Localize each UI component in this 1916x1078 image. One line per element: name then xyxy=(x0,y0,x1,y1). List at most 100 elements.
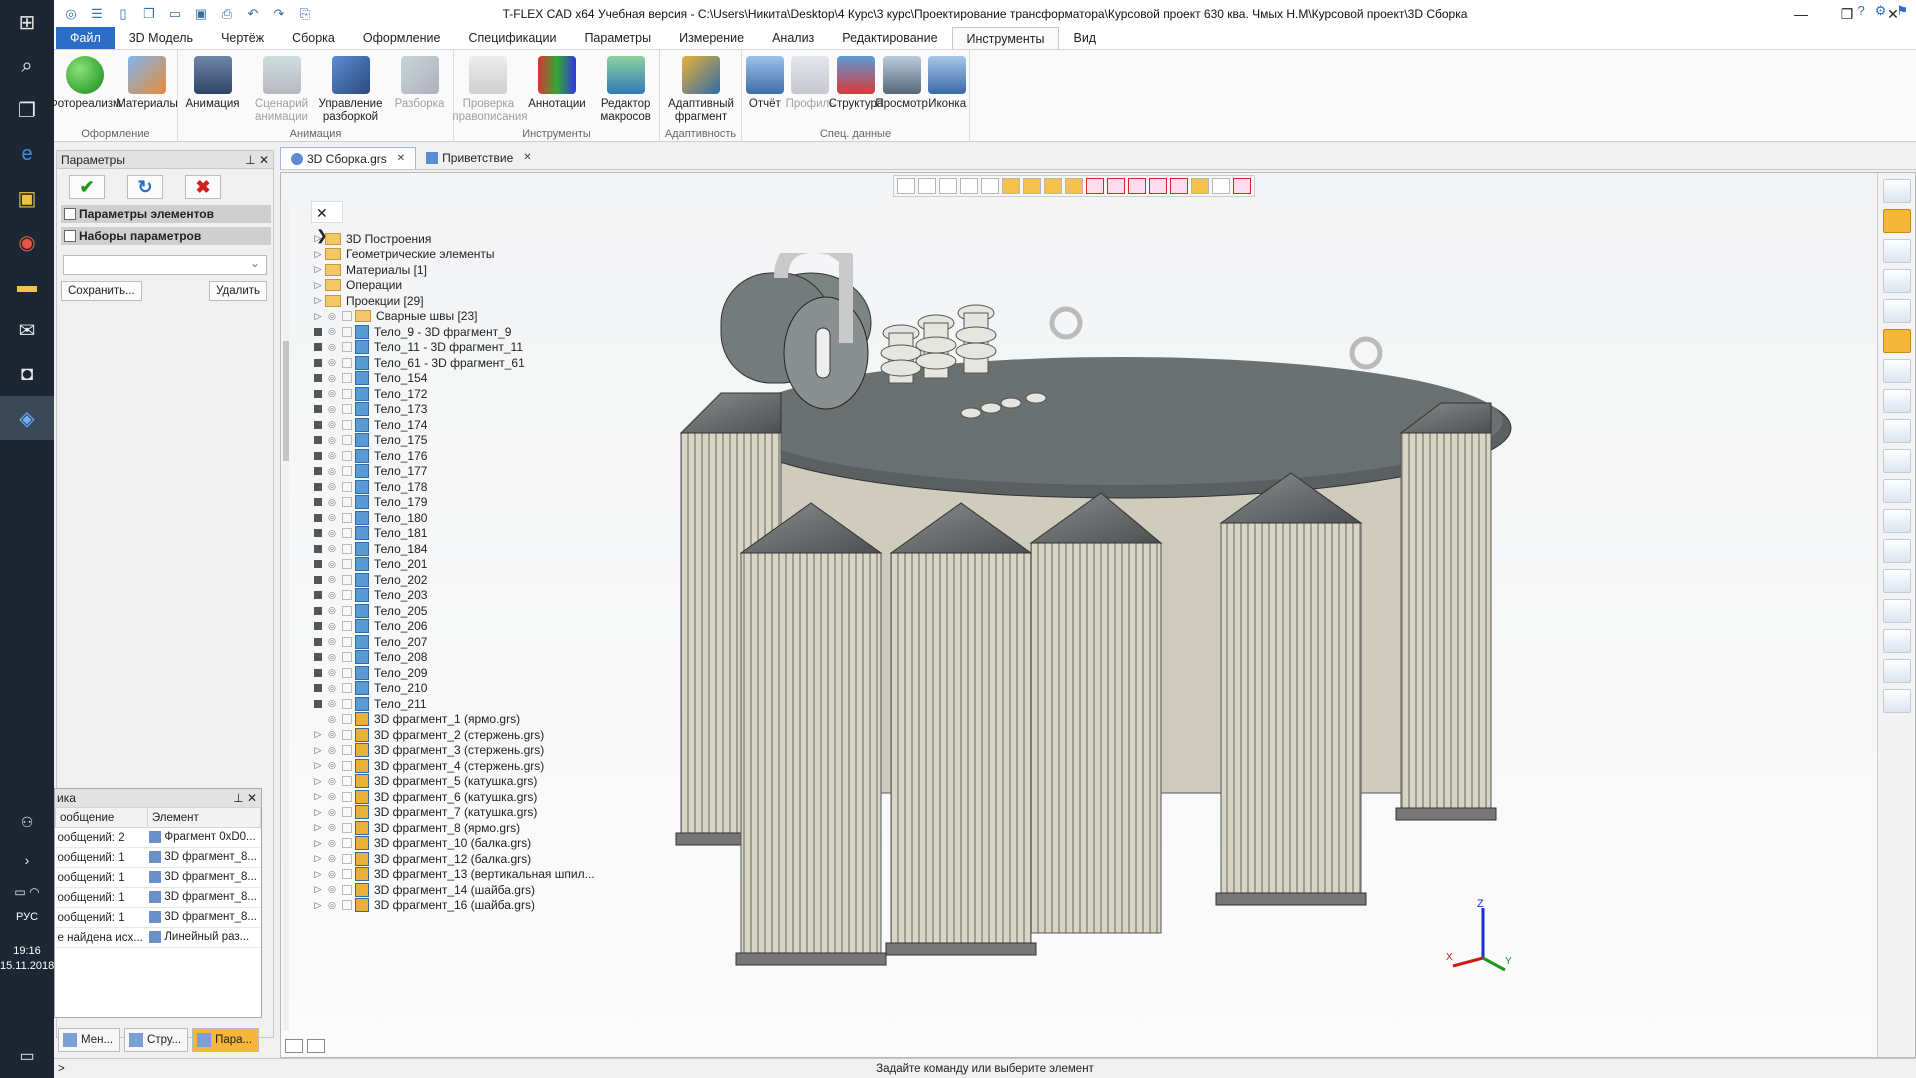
checkbox[interactable] xyxy=(342,652,352,662)
visibility-icon[interactable]: ◎ xyxy=(325,683,339,694)
checkbox[interactable] xyxy=(342,621,352,631)
checkbox[interactable] xyxy=(342,528,352,538)
magnet-snap-icon[interactable] xyxy=(1882,209,1911,233)
visibility-icon[interactable]: ◎ xyxy=(325,574,339,585)
visibility-icon[interactable]: ◎ xyxy=(325,512,339,523)
edit-view-icon[interactable] xyxy=(1882,659,1911,683)
visibility-icon[interactable]: ◎ xyxy=(325,435,339,446)
open-folder-icon[interactable]: ▭ xyxy=(164,4,186,24)
menu-tab-9[interactable]: Редактирование xyxy=(828,27,951,49)
ribbon-button-1-3[interactable]: Разборка xyxy=(384,54,456,124)
section-parameter-sets[interactable]: Наборы параметров xyxy=(61,227,271,245)
checkbox[interactable] xyxy=(342,481,352,492)
checkbox[interactable] xyxy=(342,605,352,616)
expand-arrow-icon[interactable]: ▷ xyxy=(311,264,325,275)
visibility-icon[interactable]: ◎ xyxy=(325,776,339,787)
checkbox[interactable] xyxy=(342,311,352,321)
menu-tab-2[interactable]: Чертёж xyxy=(207,27,278,49)
visibility-icon[interactable]: ◎ xyxy=(325,884,339,895)
visibility-icon[interactable]: ◎ xyxy=(325,388,339,399)
ribbon-button-1-2[interactable]: Управление разборкой xyxy=(315,54,387,124)
checkbox[interactable] xyxy=(342,512,352,523)
notification-icon[interactable]: ▭ xyxy=(0,1034,54,1078)
checkbox[interactable] xyxy=(342,745,352,755)
expand-arrow-icon[interactable]: ▷ xyxy=(311,853,325,864)
deselect-icon[interactable] xyxy=(981,178,999,194)
expand-arrow-icon[interactable]: ▷ xyxy=(311,745,325,756)
visibility-icon[interactable]: ◎ xyxy=(325,807,339,818)
document-tab-1[interactable]: Приветствие ✕ xyxy=(416,147,542,169)
layout-icon[interactable] xyxy=(285,1039,303,1053)
filter-icon[interactable] xyxy=(918,178,936,194)
expand-arrow-icon[interactable]: ▷ xyxy=(311,233,325,244)
checkbox[interactable] xyxy=(342,497,352,507)
expand-arrow-icon[interactable]: ▷ xyxy=(311,295,325,306)
glasses-icon[interactable] xyxy=(1882,359,1911,383)
visibility-icon[interactable]: ◎ xyxy=(325,528,339,539)
ribbon-button-4-4[interactable]: Иконка xyxy=(911,54,983,124)
expand-arrow-icon[interactable]: ▷ xyxy=(311,760,325,771)
checkbox[interactable] xyxy=(342,714,352,724)
expand-arrow-icon[interactable]: ▷ xyxy=(311,729,325,740)
save-set-button[interactable]: Сохранить... xyxy=(61,281,142,301)
snap-icon[interactable] xyxy=(1128,178,1146,194)
visibility-icon[interactable]: ◎ xyxy=(325,853,339,864)
diagnostics-row[interactable]: ообщений: 1 3D фрагмент_8... xyxy=(55,887,261,908)
tflex-app-icon[interactable]: ◈ xyxy=(0,396,54,440)
checkbox[interactable] xyxy=(342,667,352,678)
3d-viewport[interactable]: ✕ ❯ ▷ 3D Построения ▷ Геометрические элемен… xyxy=(281,173,1877,1057)
checkbox[interactable] xyxy=(342,543,352,554)
visibility-icon[interactable]: ◎ xyxy=(325,311,339,322)
snap-icon[interactable] xyxy=(1191,178,1209,194)
panel-tab-2[interactable]: Пара... xyxy=(192,1028,260,1052)
checkbox[interactable] xyxy=(342,419,352,430)
zoom-icon[interactable] xyxy=(1882,239,1911,263)
diagnostics-row[interactable]: ообщений: 1 3D фрагмент_8... xyxy=(55,907,261,928)
export-icon[interactable]: ⎘ xyxy=(294,4,316,24)
visibility-icon[interactable]: ◎ xyxy=(325,636,339,647)
checkbox[interactable] xyxy=(342,466,352,476)
visibility-icon[interactable]: ◎ xyxy=(325,698,339,709)
redo-icon[interactable]: ↷ xyxy=(268,4,290,24)
menu-tab-7[interactable]: Измерение xyxy=(665,27,758,49)
parameter-set-select[interactable] xyxy=(63,255,267,275)
visibility-icon[interactable]: ◎ xyxy=(325,373,339,384)
menu-tab-8[interactable]: Анализ xyxy=(758,27,828,49)
menu-tab-0[interactable]: Файл xyxy=(56,27,115,49)
snap-icon[interactable] xyxy=(1065,178,1083,194)
checkbox[interactable] xyxy=(342,822,352,833)
visibility-icon[interactable]: ◎ xyxy=(325,404,339,415)
expand-arrow-icon[interactable]: ▷ xyxy=(311,838,325,849)
check-body-icon[interactable] xyxy=(1882,419,1911,443)
snap-icon[interactable] xyxy=(1170,178,1188,194)
edge-browser-icon[interactable]: e xyxy=(0,132,54,176)
search-icon[interactable]: ⌕ xyxy=(0,44,54,88)
tree-scrollbar[interactable] xyxy=(283,201,289,1031)
ribbon-button-2-0[interactable]: Проверка правописания xyxy=(452,54,528,124)
checkbox[interactable] xyxy=(342,869,352,879)
checkbox[interactable] xyxy=(342,590,352,600)
visibility-icon[interactable]: ◎ xyxy=(325,760,339,771)
expand-arrow-icon[interactable]: ▷ xyxy=(311,884,325,895)
visibility-icon[interactable]: ◎ xyxy=(325,652,339,663)
camera-app-icon[interactable]: ◘ xyxy=(0,352,54,396)
view-icon[interactable] xyxy=(1212,178,1230,194)
visibility-icon[interactable]: ◎ xyxy=(325,605,339,616)
confirm-button[interactable]: ✔ xyxy=(69,175,105,199)
snap-icon[interactable] xyxy=(1023,178,1041,194)
filter-icon[interactable] xyxy=(939,178,957,194)
diagnostics-row[interactable]: ообщений: 1 3D фрагмент_8... xyxy=(55,867,261,888)
section-element-parameters[interactable]: Параметры элементов xyxy=(61,205,271,223)
checkbox[interactable] xyxy=(342,884,352,895)
view-icon[interactable] xyxy=(1233,178,1251,194)
checkbox[interactable] xyxy=(342,760,352,771)
diagnostics-row[interactable]: ообщений: 1 3D фрагмент_8... xyxy=(55,847,261,868)
snap-icon[interactable] xyxy=(1149,178,1167,194)
expand-arrow-icon[interactable]: ▷ xyxy=(311,869,325,880)
menu-tab-5[interactable]: Спецификации xyxy=(454,27,570,49)
visibility-icon[interactable]: ◎ xyxy=(325,714,339,725)
save-icon[interactable]: ▣ xyxy=(190,4,212,24)
diagnostics-row[interactable]: ообщений: 2 Фрагмент 0xD0... xyxy=(55,827,261,848)
pin-close-icons[interactable]: ⊥ ✕ xyxy=(233,789,257,807)
visibility-icon[interactable]: ◎ xyxy=(325,838,339,849)
